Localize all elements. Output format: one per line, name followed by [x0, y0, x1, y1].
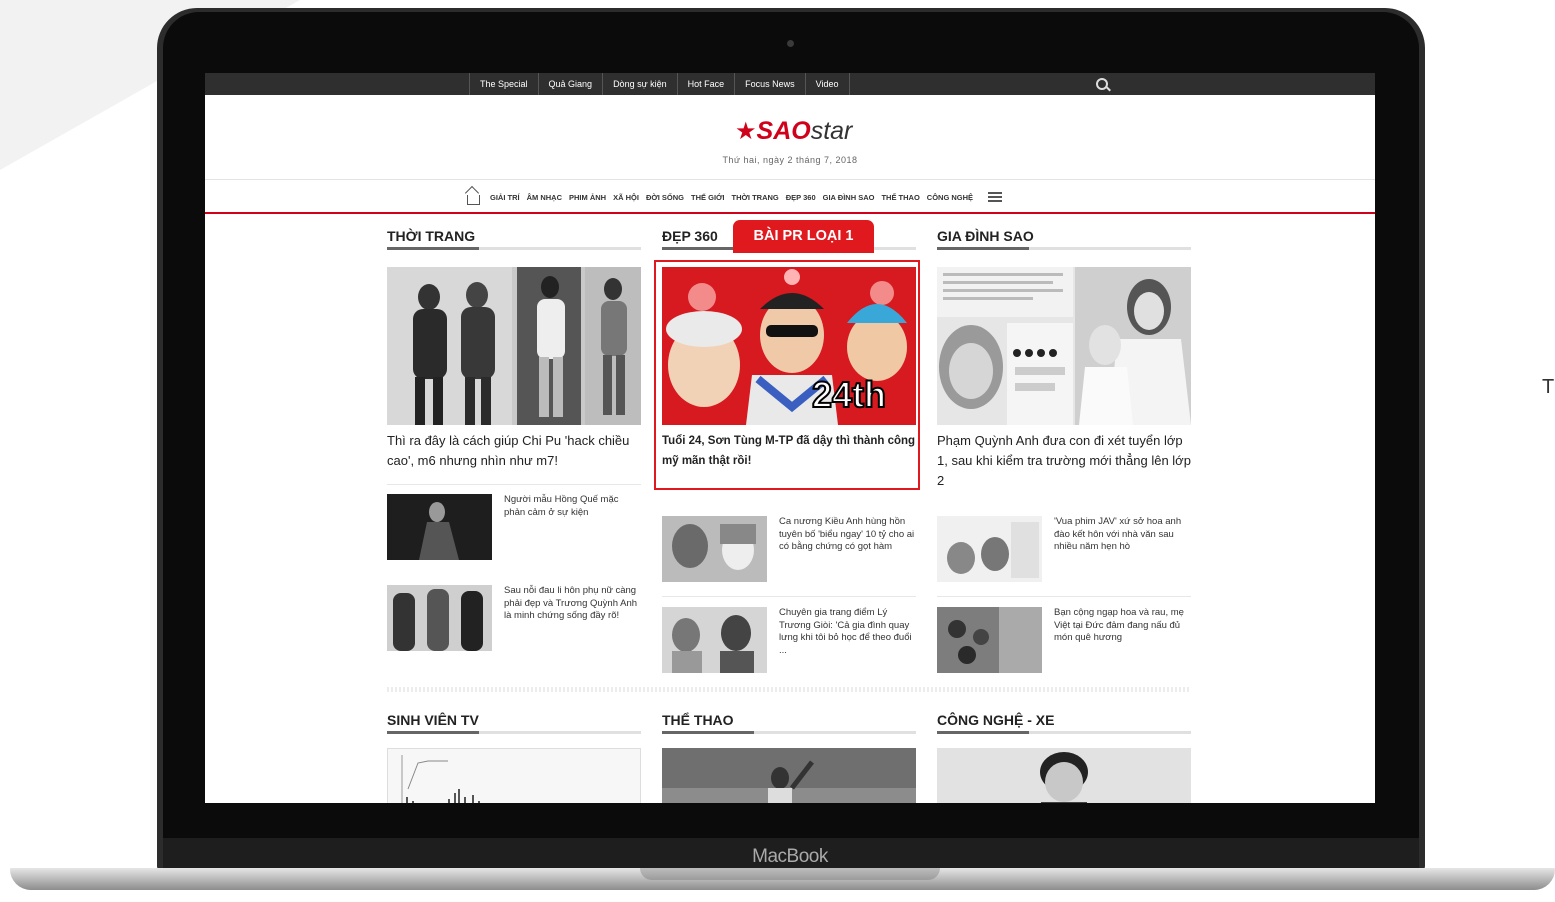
section-title-text: GIA ĐÌNH SAO — [937, 228, 1034, 244]
nav-item-the-gioi[interactable]: THẾ GIỚI — [691, 193, 724, 202]
date-line: Thứ hai, ngày 2 tháng 7, 2018 — [722, 155, 858, 165]
main-article-image[interactable] — [387, 267, 641, 425]
top-link-focus-news[interactable]: Focus News — [734, 73, 805, 95]
top-bar: The Special Quả Giang Dòng sự kiện Hot F… — [205, 73, 1375, 95]
nav-red-line — [205, 212, 1375, 214]
title-underline — [387, 731, 479, 734]
site-logo[interactable]: ★SAOstar — [735, 117, 852, 146]
section-title[interactable]: THỜI TRANG — [387, 223, 641, 250]
hamburger-menu-icon[interactable] — [988, 192, 1003, 194]
list-item[interactable]: Người mẫu Hồng Quế mặc phản cảm ở sự kiệ… — [387, 494, 641, 560]
main-nav: GIẢI TRÍ ÂM NHẠC PHIM ẢNH XÃ HỘI ĐỜI SỐN… — [467, 187, 1003, 207]
divider — [205, 179, 1375, 180]
top-link-video[interactable]: Video — [804, 73, 850, 95]
title-underline — [662, 731, 754, 734]
title-underline — [937, 247, 1029, 250]
section-title-text: SINH VIÊN TV — [387, 712, 479, 728]
laptop-notch — [640, 868, 940, 880]
main-article-title[interactable]: Thì ra đây là cách giúp Chi Pu 'hack chi… — [387, 431, 641, 471]
list-item-title: Người mẫu Hồng Quế mặc phản cảm ở sự kiệ… — [504, 494, 619, 518]
home-icon[interactable] — [467, 195, 480, 205]
list-item-title: Sau nỗi đau li hôn phụ nữ càng phải đẹp … — [504, 585, 638, 621]
thumbnail — [937, 607, 1042, 673]
device-label: MacBook — [752, 846, 828, 867]
side-letter: T — [1542, 376, 1555, 398]
section-title[interactable]: CÔNG NGHỆ - XE — [937, 707, 1191, 734]
section-title-text: THỂ THAO — [662, 712, 734, 728]
birthday-photo: 24th — [662, 267, 916, 425]
thumbnail — [387, 494, 492, 560]
main-article-title[interactable]: Phạm Quỳnh Anh đưa con đi xét tuyển lớp … — [937, 431, 1191, 491]
main-article-image[interactable] — [937, 267, 1191, 425]
top-links: The Special Quả Giang Dòng sự kiện Hot F… — [469, 73, 850, 95]
nav-item-am-nhac[interactable]: ÂM NHẠC — [527, 193, 562, 202]
article-image[interactable] — [662, 748, 916, 803]
section-separator — [387, 687, 1191, 692]
section-title-text: THỜI TRANG — [387, 228, 476, 244]
logo-star-text: star — [810, 117, 853, 145]
section-gia-dinh-sao: GIA ĐÌNH SAO Phạm Quỳnh Anh đưa con đi x… — [937, 223, 1191, 673]
family-photo — [937, 267, 1191, 425]
nav-item-thoi-trang[interactable]: THỜI TRANG — [732, 193, 779, 202]
list-item[interactable]: 'Vua phim JAV' xứ sở hoa anh đào kết hôn… — [937, 516, 1191, 582]
top-link-dong-su-kien[interactable]: Dòng sự kiện — [602, 73, 677, 95]
thumbnail — [662, 607, 767, 673]
section-sinh-vien-tv: SINH VIÊN TV — [387, 707, 641, 803]
chart-thumbnail — [401, 755, 480, 803]
search-icon[interactable] — [1096, 78, 1108, 90]
top-link-the-special[interactable]: The Special — [469, 73, 538, 95]
article-image[interactable] — [937, 748, 1191, 803]
section-title-text: CÔNG NGHỆ - XE — [937, 712, 1055, 728]
divider — [937, 596, 1191, 597]
nav-item-xa-hoi[interactable]: XÃ HỘI — [613, 193, 639, 202]
nav-item-gia-dinh-sao[interactable]: GIA ĐÌNH SAO — [823, 193, 875, 202]
nav-item-giai-tri[interactable]: GIẢI TRÍ — [490, 193, 520, 202]
section-title-text: ĐẸP 360 — [662, 228, 718, 244]
section-cong-nghe-xe: CÔNG NGHỆ - XE — [937, 707, 1191, 803]
nav-item-cong-nghe[interactable]: CÔNG NGHỆ — [927, 193, 973, 202]
section-the-thao: THỂ THAO — [662, 707, 916, 803]
divider — [387, 484, 641, 485]
logo-sao-text: SAO — [756, 117, 811, 145]
thumbnail — [937, 516, 1042, 582]
top-link-hot-face[interactable]: Hot Face — [676, 73, 735, 95]
list-item[interactable]: Bạn cộng ngạp hoa và rau, mẹ Việt tại Đứ… — [937, 607, 1191, 673]
list-item-title: Chuyên gia trang điểm Lý Trương Giòi: 'C… — [779, 607, 912, 656]
list-item-title: 'Vua phim JAV' xứ sở hoa anh đào kết hôn… — [1054, 516, 1182, 552]
image-text-24th: 24th — [812, 374, 886, 415]
main-article-image[interactable]: 24th — [662, 267, 916, 425]
camera-icon — [787, 40, 794, 47]
section-title[interactable]: GIA ĐÌNH SAO — [937, 223, 1191, 250]
list-item[interactable]: Sau nỗi đau li hôn phụ nữ càng phải đẹp … — [387, 585, 641, 651]
tech-photo — [937, 748, 1191, 803]
nav-item-phim-anh[interactable]: PHIM ẢNH — [569, 193, 606, 202]
nav-item-dep-360[interactable]: ĐẸP 360 — [786, 193, 816, 202]
list-item-title: Ca nương Kiều Anh hùng hồn tuyên bố 'biể… — [779, 516, 915, 552]
sports-photo — [662, 748, 916, 803]
thumbnail — [387, 585, 492, 651]
article-image[interactable] — [387, 748, 641, 803]
list-item[interactable]: Ca nương Kiều Anh hùng hồn tuyên bố 'biể… — [662, 516, 916, 582]
website-screen: The Special Quả Giang Dòng sự kiện Hot F… — [205, 73, 1375, 803]
title-underline — [937, 731, 1029, 734]
list-item-title: Bạn cộng ngạp hoa và rau, mẹ Việt tại Đứ… — [1054, 607, 1184, 643]
pr-tag-badge: BÀI PR LOẠI 1 — [733, 220, 874, 253]
list-item[interactable]: Chuyên gia trang điểm Lý Trương Giòi: 'C… — [662, 607, 916, 673]
fashion-photo — [387, 267, 641, 425]
section-title[interactable]: THỂ THAO — [662, 707, 916, 734]
section-thoi-trang: THỜI TRANG Thì ra đây là cách giúp Chi P… — [387, 223, 641, 651]
nav-item-doi-song[interactable]: ĐỜI SỐNG — [646, 193, 684, 202]
title-underline — [387, 247, 479, 250]
thumbnail — [662, 516, 767, 582]
section-dep-360: ĐẸP 360 BÀI PR LOẠI 1 24th Tuổi 24, Sơn … — [654, 220, 920, 673]
section-title[interactable]: SINH VIÊN TV — [387, 707, 641, 734]
logo-star-icon: ★ — [735, 118, 757, 145]
top-link-qua-giang[interactable]: Quả Giang — [537, 73, 603, 95]
nav-item-the-thao[interactable]: THỂ THAO — [881, 193, 919, 202]
divider — [662, 596, 916, 597]
